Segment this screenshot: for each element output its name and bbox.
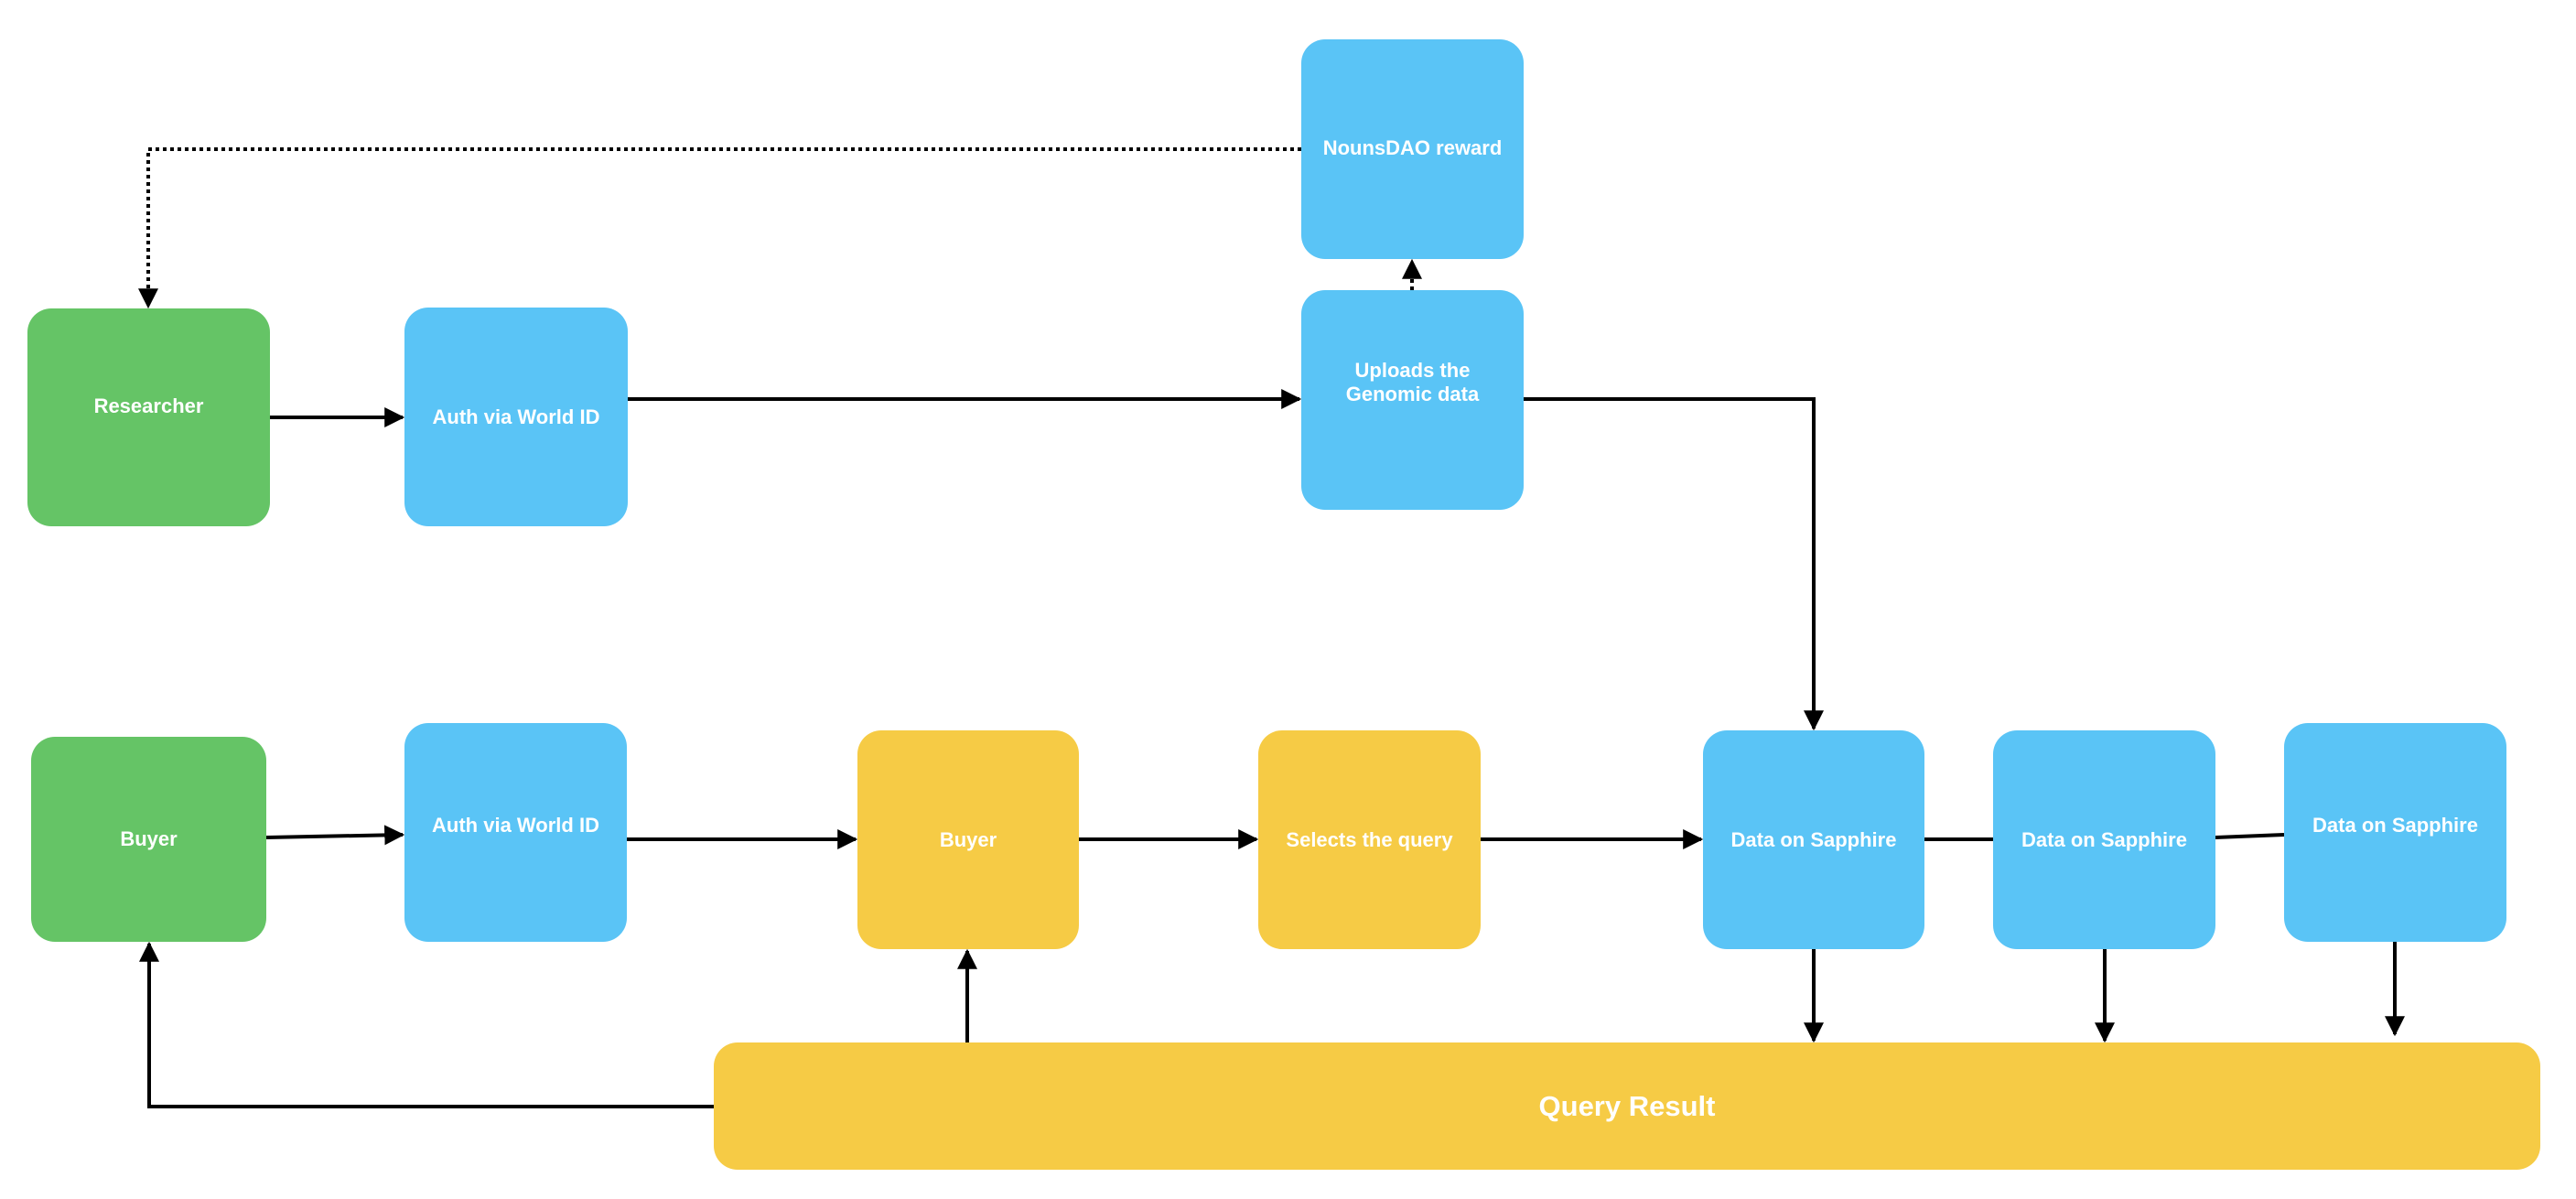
edge-uploads-to-sapphire-1 xyxy=(1524,397,1824,731)
node-label: Data on Sapphire xyxy=(2021,827,2187,851)
edges-layer xyxy=(138,147,2405,1108)
node-nounsdao-reward[interactable]: NounsDAO reward xyxy=(1301,39,1524,259)
node-label: Query Result xyxy=(1538,1089,1716,1122)
node-data-on-sapphire-2[interactable]: Data on Sapphire xyxy=(1993,730,2215,949)
node-data-on-sapphire-1[interactable]: Data on Sapphire xyxy=(1703,730,1924,949)
node-label: Buyer xyxy=(939,827,997,851)
node-label: Selects the query xyxy=(1286,827,1453,851)
edge-buyer-to-auth xyxy=(265,825,405,846)
edge-nouns-reward-to-researcher xyxy=(138,147,1301,309)
edge-query-result-to-buyer xyxy=(139,941,714,1108)
node-selects-the-query[interactable]: Selects the query xyxy=(1258,730,1481,949)
node-label: Data on Sapphire xyxy=(1730,827,1897,851)
node-label: Researcher xyxy=(93,394,204,417)
node-label: Auth via World ID xyxy=(432,813,599,837)
node-buyer-actor[interactable]: Buyer xyxy=(31,737,266,942)
node-label: Uploads the Genomic data xyxy=(1345,359,1480,405)
node-auth-via-world-id-buyer[interactable]: Auth via World ID xyxy=(404,723,627,942)
node-query-result[interactable]: Query Result xyxy=(714,1042,2540,1170)
node-buyer-step[interactable]: Buyer xyxy=(857,730,1079,949)
node-label: NounsDAO reward xyxy=(1322,136,1503,159)
node-label: Data on Sapphire xyxy=(2312,813,2478,837)
node-uploads-genomic-data[interactable]: Uploads the Genomic data xyxy=(1301,290,1524,510)
edge-sapphire-2-to-sapphire-3 xyxy=(2215,833,2285,839)
node-label: Buyer xyxy=(120,827,178,850)
node-data-on-sapphire-3[interactable]: Data on Sapphire xyxy=(2284,723,2506,942)
node-auth-via-world-id-researcher[interactable]: Auth via World ID xyxy=(404,308,628,526)
node-researcher[interactable]: Researcher xyxy=(27,308,270,526)
node-label: Auth via World ID xyxy=(432,405,600,428)
